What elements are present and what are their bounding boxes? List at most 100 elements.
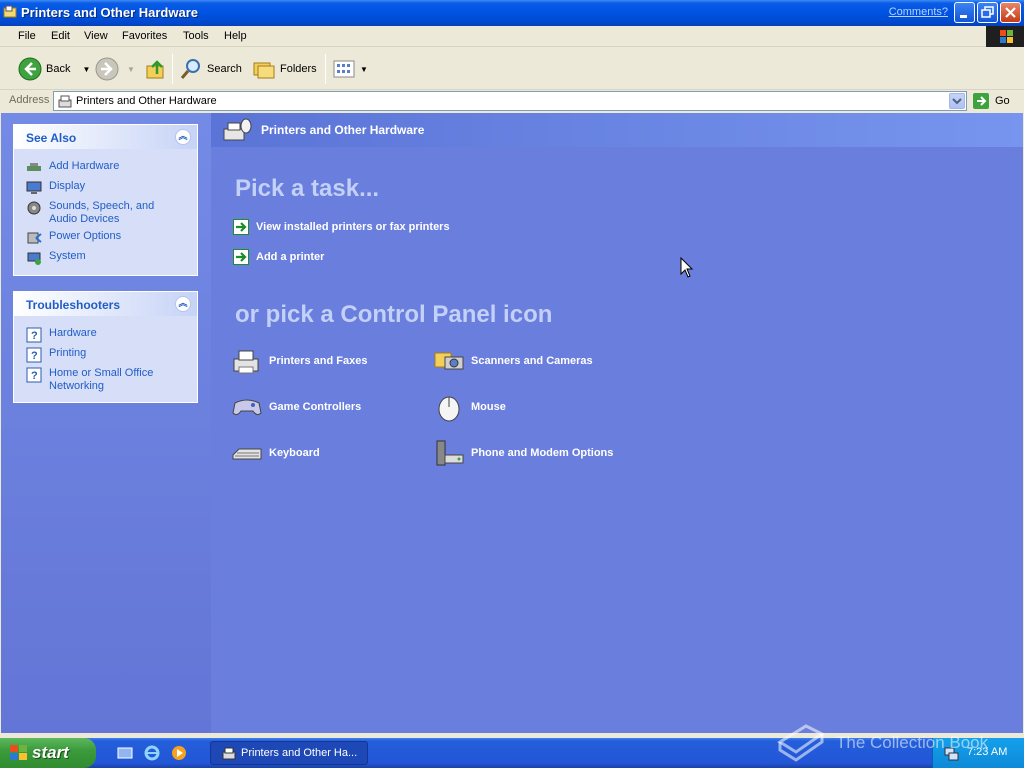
see-also-link-display[interactable]: Display	[26, 180, 179, 196]
restore-button[interactable]	[977, 2, 998, 23]
phone-modem-icon	[436, 440, 464, 466]
collapse-icon[interactable]: ︽	[175, 129, 191, 145]
address-dropdown-button[interactable]	[949, 93, 965, 109]
troubleshooter-link-hardware[interactable]: ? Hardware	[26, 327, 179, 343]
troubleshooter-link-networking[interactable]: ? Home or Small Office Networking	[26, 367, 179, 393]
cp-scanners-cameras[interactable]: Scanners and Cameras	[433, 345, 593, 377]
link-label: Add Hardware	[49, 160, 120, 172]
cp-phone-modem[interactable]: Phone and Modem Options	[433, 437, 613, 469]
folders-icon	[253, 62, 275, 79]
cp-label: Mouse	[471, 401, 506, 413]
link-label: Home or Small Office Networking	[49, 367, 154, 392]
main-area: See Also ︽ Add Hardware Display Sounds, …	[1, 113, 1023, 733]
cp-label: Scanners and Cameras	[471, 355, 593, 367]
see-also-link-add-hardware[interactable]: Add Hardware	[26, 160, 179, 176]
content-pane: Printers and Other Hardware Pick a task.…	[211, 113, 1023, 733]
see-also-title: See Also	[26, 131, 77, 145]
cp-label: Phone and Modem Options	[471, 447, 614, 459]
help-icon: ?	[26, 367, 42, 383]
link-label: Sounds, Speech, and Audio Devices	[49, 200, 155, 225]
forward-arrow-icon	[95, 57, 119, 81]
troubleshooters-header[interactable]: Troubleshooters ︽	[14, 292, 197, 316]
chevron-down-icon: ▼	[360, 64, 368, 74]
task-pane: See Also ︽ Add Hardware Display Sounds, …	[1, 113, 211, 733]
task-view-printers[interactable]: View installed printers or fax printers	[233, 219, 450, 235]
folders-label: Folders	[280, 63, 317, 75]
restore-icon	[981, 6, 994, 18]
cp-label: Game Controllers	[269, 401, 362, 413]
menu-favorites[interactable]: Favorites	[122, 30, 167, 42]
internet-explorer-icon[interactable]	[144, 745, 160, 761]
pick-icon-heading: or pick a Control Panel icon	[235, 301, 553, 328]
system-icon	[27, 252, 41, 265]
link-label: Power Options	[49, 230, 122, 242]
link-label: Hardware	[49, 327, 97, 339]
troubleshooters-title: Troubleshooters	[26, 298, 121, 312]
minimize-button[interactable]	[954, 2, 975, 23]
pick-task-heading: Pick a task...	[235, 175, 380, 202]
link-label: Display	[49, 180, 86, 192]
chevron-down-icon[interactable]: ▼	[82, 65, 90, 74]
svg-text:?: ?	[31, 330, 38, 342]
see-also-link-power[interactable]: Power Options	[26, 230, 179, 246]
back-button[interactable]: Back ▼	[18, 48, 90, 90]
cp-keyboard[interactable]: Keyboard	[231, 437, 320, 469]
forward-button[interactable]: ▼	[95, 48, 135, 90]
close-button[interactable]	[1000, 2, 1021, 23]
address-label: Address	[9, 94, 50, 106]
window-title: Printers and Other Hardware	[21, 5, 198, 20]
menu-view[interactable]: View	[84, 30, 108, 42]
collapse-icon[interactable]: ︽	[175, 296, 191, 312]
go-button[interactable]: Go	[972, 91, 1010, 111]
close-icon	[1005, 7, 1016, 18]
mouse-icon	[438, 396, 460, 422]
sounds-icon	[27, 201, 41, 215]
search-button[interactable]: Search	[179, 48, 242, 90]
cp-game-controllers[interactable]: Game Controllers	[231, 391, 361, 423]
task-add-printer[interactable]: Add a printer	[233, 249, 324, 265]
menu-file[interactable]: File	[18, 30, 36, 42]
link-label: Printing	[49, 347, 87, 359]
back-arrow-icon	[18, 57, 42, 81]
views-button[interactable]: ▼	[332, 48, 368, 90]
link-label: System	[49, 250, 86, 262]
scanner-camera-icon	[434, 352, 464, 370]
folders-button[interactable]: Folders	[252, 48, 317, 90]
chevron-down-icon: ▼	[127, 64, 135, 74]
show-desktop-icon[interactable]	[117, 745, 133, 761]
svg-text:?: ?	[31, 350, 38, 362]
cp-printers-faxes[interactable]: Printers and Faxes	[231, 345, 367, 377]
minimize-icon	[960, 15, 967, 18]
up-folder-button[interactable]	[145, 48, 167, 90]
cp-mouse[interactable]: Mouse	[433, 391, 506, 423]
task-arrow-icon	[233, 219, 249, 235]
see-also-link-system[interactable]: System	[26, 250, 179, 266]
start-button[interactable]: start	[0, 738, 96, 768]
menu-tools[interactable]: Tools	[183, 30, 209, 42]
taskbar-window-label: Printers and Other Ha...	[241, 747, 358, 759]
taskbar-window-button[interactable]: Printers and Other Ha...	[210, 741, 368, 765]
see-also-header[interactable]: See Also ︽	[14, 125, 197, 149]
windows-flag-icon	[986, 26, 1024, 47]
printer-hardware-icon	[58, 95, 72, 108]
help-icon: ?	[26, 327, 42, 343]
menu-help[interactable]: Help	[224, 30, 247, 42]
media-player-icon[interactable]	[171, 745, 187, 761]
troubleshooters-panel: Troubleshooters ︽ ? Hardware ? Printing …	[13, 291, 198, 403]
printers-hardware-icon	[223, 118, 252, 141]
address-input[interactable]: Printers and Other Hardware	[53, 91, 967, 111]
cp-label: Printers and Faxes	[269, 355, 368, 367]
see-also-panel: See Also ︽ Add Hardware Display Sounds, …	[13, 124, 198, 276]
task-label: Add a printer	[256, 251, 325, 263]
menu-edit[interactable]: Edit	[51, 30, 70, 42]
comments-link[interactable]: Comments?	[889, 6, 948, 18]
keyboard-icon	[232, 448, 262, 460]
address-value: Printers and Other Hardware	[76, 95, 217, 107]
svg-text:?: ?	[31, 370, 38, 382]
troubleshooter-link-printing[interactable]: ? Printing	[26, 347, 179, 363]
title-bar: Printers and Other Hardware Comments?	[0, 0, 1024, 26]
task-label: View installed printers or fax printers	[256, 221, 450, 233]
folder-icon	[3, 5, 17, 18]
see-also-link-sounds[interactable]: Sounds, Speech, and Audio Devices	[26, 200, 179, 226]
book-logo-icon	[777, 724, 825, 762]
